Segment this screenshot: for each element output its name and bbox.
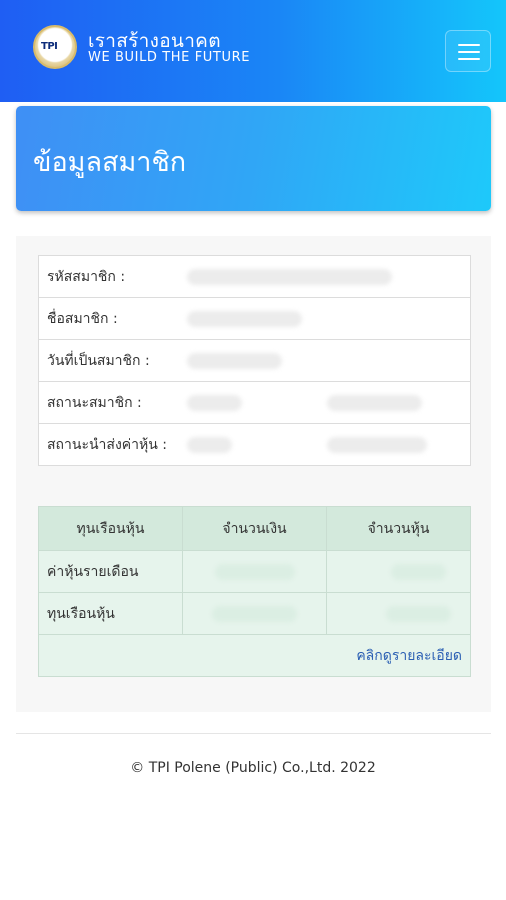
share-payment-status-value: [178, 423, 471, 466]
share-capital-amount: [182, 592, 327, 635]
member-id-label: รหัสสมาชิก :: [38, 255, 179, 298]
member-info-table: รหัสสมาชิก : ชื่อสมาชิก : วันที่เป็นสมาช…: [38, 255, 471, 466]
table-row: สถานะสมาชิก :: [38, 381, 471, 424]
view-details-link[interactable]: คลิกดูรายละเอียด: [356, 648, 462, 664]
brand-slogan-english: WE BUILD THE FUTURE: [88, 50, 251, 65]
table-row: ค่าหุ้นรายเดือน: [38, 550, 471, 593]
tpi-logo[interactable]: TPI: [33, 25, 77, 69]
table-row: สถานะนำส่งค่าหุ้น :: [38, 423, 471, 466]
column-header-amount: จำนวนเงิน: [182, 506, 327, 551]
hamburger-icon-line: [458, 51, 480, 53]
footer-divider: [16, 733, 491, 734]
member-id-value: [178, 255, 471, 298]
share-capital-count: [326, 592, 471, 635]
member-name-value: [178, 297, 471, 340]
hamburger-icon: [458, 44, 480, 46]
table-row: คลิกดูรายละเอียด: [38, 634, 471, 677]
table-row: วันที่เป็นสมาชิก :: [38, 339, 471, 382]
member-status-value: [178, 381, 471, 424]
monthly-share-amount: [182, 550, 327, 593]
member-since-label: วันที่เป็นสมาชิก :: [38, 339, 179, 382]
page-title-banner: ข้อมูลสมาชิก: [16, 106, 491, 211]
logo-text: TPI: [41, 41, 58, 52]
share-payment-status-label: สถานะนำส่งค่าหุ้น :: [38, 423, 179, 466]
share-capital-table: ทุนเรือนหุ้น จำนวนเงิน จำนวนหุ้น ค่าหุ้น…: [38, 506, 471, 677]
hamburger-icon-line: [458, 58, 480, 60]
table-row: ทุนเรือนหุ้น: [38, 592, 471, 635]
table-header-row: ทุนเรือนหุ้น จำนวนเงิน จำนวนหุ้น: [38, 506, 471, 551]
monthly-share-label: ค่าหุ้นรายเดือน: [38, 550, 183, 593]
app-header: TPI เราสร้างอนาคต WE BUILD THE FUTURE: [0, 0, 506, 102]
column-header-share-capital: ทุนเรือนหุ้น: [38, 506, 183, 551]
page-title: ข้อมูลสมาชิก: [33, 147, 187, 178]
hamburger-menu-button[interactable]: [445, 30, 491, 72]
table-row: รหัสสมาชิก :: [38, 255, 471, 298]
footer-copyright: © TPI Polene (Public) Co.,Ltd. 2022: [130, 760, 376, 776]
share-capital-label: ทุนเรือนหุ้น: [38, 592, 183, 635]
column-header-share-count: จำนวนหุ้น: [326, 506, 471, 551]
table-row: ชื่อสมาชิก :: [38, 297, 471, 340]
member-since-value: [178, 339, 471, 382]
member-status-label: สถานะสมาชิก :: [38, 381, 179, 424]
detail-link-cell: คลิกดูรายละเอียด: [38, 634, 471, 677]
monthly-share-count: [326, 550, 471, 593]
member-name-label: ชื่อสมาชิก :: [38, 297, 179, 340]
